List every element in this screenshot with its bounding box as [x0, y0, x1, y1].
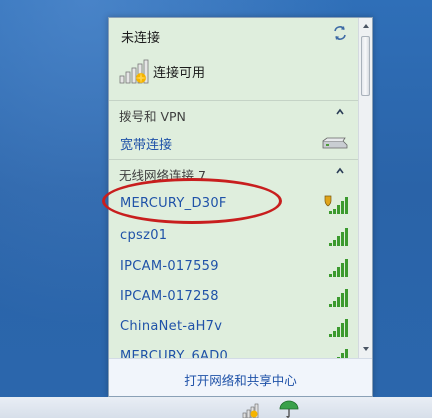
broadband-modem-icon	[322, 137, 348, 149]
wifi-signal-icon	[329, 289, 348, 307]
scrollbar-thumb[interactable]	[361, 36, 370, 96]
wifi-network-name: ChinaNet-aH7v	[120, 319, 223, 334]
broadband-connection-label: 宽带连接	[120, 138, 173, 153]
umbrella-tray-icon[interactable]	[278, 400, 300, 418]
wifi-network-name: IPCAM-017559	[120, 259, 219, 274]
network-list-panel: 未连接 连接可用 拨号和 VPN 宽带连接 无线网络连接 7 MERCURY_D…	[109, 18, 358, 358]
chevron-up-icon[interactable]	[335, 166, 345, 176]
section-dialup-vpn[interactable]: 拨号和 VPN	[109, 100, 358, 128]
wifi-signal-icon	[329, 319, 348, 337]
open-network-sharing-center-link[interactable]: 打开网络和共享中心	[109, 370, 372, 389]
signal-warning-icon	[119, 59, 149, 84]
connection-status-title: 未连接	[121, 31, 161, 46]
section-wireless-label: 无线网络连接 7	[119, 168, 206, 183]
section-dialup-label: 拨号和 VPN	[119, 109, 186, 124]
refresh-icon[interactable]	[332, 25, 348, 41]
wifi-signal-icon	[337, 349, 348, 358]
wifi-network-item[interactable]: MERCURY_D30F	[109, 190, 358, 220]
vertical-scrollbar[interactable]	[358, 18, 372, 358]
connections-available-label: 连接可用	[153, 66, 206, 81]
wifi-network-item[interactable]: IPCAM-017258	[109, 283, 358, 313]
wifi-signal-icon	[329, 228, 348, 246]
broadband-connection-item[interactable]: 宽带连接	[109, 128, 358, 158]
popup-footer: 打开网络和共享中心	[109, 358, 372, 396]
chevron-up-icon[interactable]	[335, 107, 345, 117]
wifi-network-item[interactable]: cpsz01	[109, 222, 358, 252]
taskbar	[0, 397, 432, 418]
network-tray-icon[interactable]	[239, 402, 265, 418]
wifi-network-name: IPCAM-017258	[120, 289, 219, 304]
scroll-up-arrow-icon[interactable]	[361, 21, 371, 31]
wifi-network-item[interactable]: ChinaNet-aH7v	[109, 313, 358, 343]
wifi-signal-icon	[324, 195, 348, 214]
network-popup: 未连接 连接可用 拨号和 VPN 宽带连接 无线网络连接 7 MERCURY_D…	[108, 17, 373, 397]
scroll-down-arrow-icon[interactable]	[361, 344, 371, 354]
wifi-network-name: MERCURY_D30F	[120, 196, 227, 211]
wifi-network-name: MERCURY_6AD0	[120, 349, 229, 358]
section-wireless[interactable]: 无线网络连接 7	[109, 159, 358, 187]
wifi-signal-icon	[329, 259, 348, 277]
wifi-network-item[interactable]: IPCAM-017559	[109, 253, 358, 283]
wifi-network-item[interactable]: MERCURY_6AD0	[109, 343, 358, 358]
wifi-network-name: cpsz01	[120, 228, 168, 243]
